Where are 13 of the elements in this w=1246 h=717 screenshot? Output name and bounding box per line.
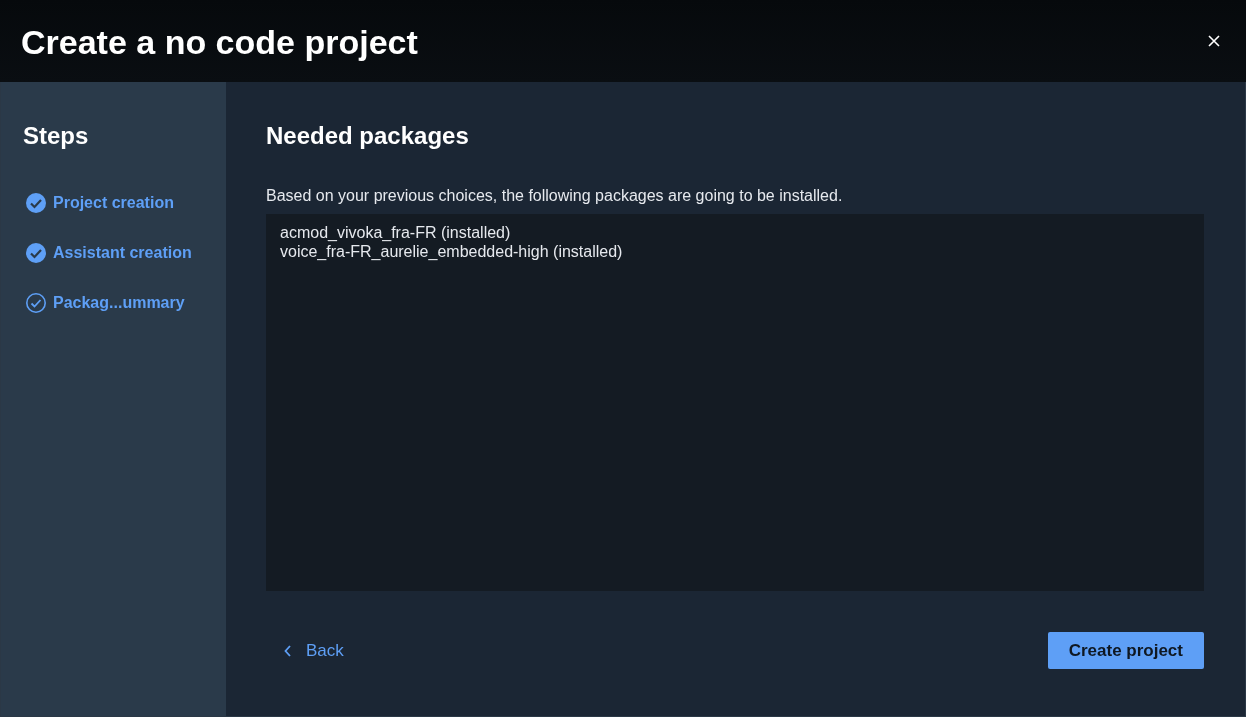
- step-item[interactable]: Project creation: [25, 178, 226, 228]
- package-line: acmod_vivoka_fra-FR (installed): [280, 223, 512, 242]
- create-project-button[interactable]: Create project: [1047, 632, 1204, 669]
- description-text: Based on your previous choices, the following packages are going to be installed.: [266, 187, 844, 205]
- step-item[interactable]: Assistant creation: [25, 228, 226, 278]
- dialog-title: Create a no code project: [21, 21, 418, 62]
- close-icon: [1208, 35, 1220, 47]
- sidebar-title: Steps: [23, 122, 90, 150]
- step-item[interactable]: Packag...ummary: [25, 278, 226, 328]
- chevron-left-icon: [284, 644, 292, 657]
- section-title: Needed packages: [266, 122, 470, 150]
- back-button[interactable]: Back: [266, 634, 354, 667]
- package-line: voice_fra-FR_aurelie_embedded-high (installed): [280, 242, 624, 261]
